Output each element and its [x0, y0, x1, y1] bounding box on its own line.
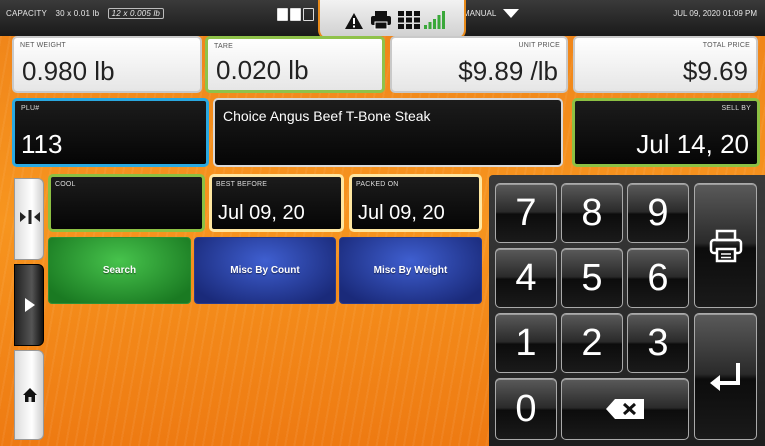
home-icon [23, 388, 37, 402]
plu-field[interactable]: PLU# 113 [12, 98, 209, 167]
total-price-label: TOTAL PRICE [702, 42, 750, 49]
warning-icon [345, 13, 363, 29]
datetime: JUL 09, 2020 01:09 PM [673, 9, 757, 18]
key-1[interactable]: 1 [495, 313, 557, 373]
print-key[interactable] [694, 183, 757, 308]
key-8[interactable]: 8 [561, 183, 623, 243]
total-price-display: TOTAL PRICE $9.69 [573, 36, 758, 93]
key-2[interactable]: 2 [561, 313, 623, 373]
net-weight-value: 0.980 lb [22, 56, 115, 86]
enter-icon [709, 362, 740, 391]
product-description: Choice Angus Beef T-Bone Steak [213, 98, 563, 167]
printer-icon [709, 229, 742, 262]
home-button[interactable] [14, 350, 44, 440]
side-rail [0, 178, 46, 446]
key-3[interactable]: 3 [627, 313, 689, 373]
tare-display[interactable]: TARE 0.020 lb [205, 36, 385, 93]
product-description-text: Choice Angus Beef T-Bone Steak [223, 108, 431, 124]
cool-label: COOL [55, 181, 76, 188]
unit-price-label: UNIT PRICE [518, 42, 560, 49]
tare-label: TARE [214, 43, 233, 50]
sell-by-field[interactable]: SELL BY Jul 14, 20 [572, 98, 760, 167]
capacity-label: CAPACITY [6, 9, 48, 18]
page-indicator-active-icon [277, 8, 288, 21]
cool-field[interactable]: COOL [48, 174, 205, 232]
best-before-field[interactable]: BEST BEFORE Jul 09, 20 [209, 174, 344, 232]
capacity-readout: CAPACITY 30 x 0.01 lb 12 x 0.005 lb [6, 8, 170, 19]
play-icon [25, 298, 35, 312]
misc-by-count-button[interactable]: Misc By Count [194, 237, 336, 304]
key-9[interactable]: 9 [627, 183, 689, 243]
key-5[interactable]: 5 [561, 248, 623, 308]
backspace-key[interactable] [561, 378, 689, 440]
mode-label: MANUAL [463, 9, 497, 18]
packed-on-label: PACKED ON [356, 181, 399, 188]
packed-on-field[interactable]: PACKED ON Jul 09, 20 [349, 174, 482, 232]
expand-button[interactable] [14, 264, 44, 346]
sell-by-label: SELL BY [721, 105, 751, 112]
best-before-label: BEST BEFORE [216, 181, 268, 188]
page-indicator-active-icon [290, 8, 301, 21]
signal-icon [424, 11, 445, 29]
tare-value: 0.020 lb [216, 55, 309, 85]
sell-by-value: Jul 14, 20 [636, 129, 749, 159]
key-4[interactable]: 4 [495, 248, 557, 308]
net-weight-display: NET WEIGHT 0.980 lb [12, 36, 202, 93]
best-before-value: Jul 09, 20 [218, 202, 305, 224]
key-7[interactable]: 7 [495, 183, 557, 243]
capacity-value-2: 12 x 0.005 lb [107, 8, 165, 19]
capacity-value-1: 30 x 0.01 lb [55, 9, 100, 18]
grid-icon [398, 11, 420, 29]
search-button[interactable]: Search [48, 237, 191, 304]
zero-icon [20, 210, 40, 224]
net-weight-label: NET WEIGHT [20, 42, 66, 49]
enter-key[interactable] [694, 313, 757, 440]
backspace-icon [606, 399, 644, 419]
total-price-value: $9.69 [682, 56, 748, 86]
plu-label: PLU# [21, 105, 40, 112]
page-indicator-inactive-icon [303, 8, 314, 21]
mode-dropdown-icon[interactable] [503, 9, 519, 18]
status-icons-panel [318, 0, 466, 40]
unit-price-display[interactable]: UNIT PRICE $9.89 /lb [390, 36, 568, 93]
key-0[interactable]: 0 [495, 378, 557, 440]
printer-icon [371, 11, 391, 30]
zero-button[interactable] [14, 178, 44, 260]
packed-on-value: Jul 09, 20 [358, 202, 445, 224]
numeric-keypad: 7 8 9 4 5 6 1 2 3 0 [489, 175, 765, 446]
key-6[interactable]: 6 [627, 248, 689, 308]
unit-price-value: $9.89 /lb [458, 56, 558, 86]
plu-value: 113 [21, 129, 63, 159]
misc-by-weight-button[interactable]: Misc By Weight [339, 237, 482, 304]
